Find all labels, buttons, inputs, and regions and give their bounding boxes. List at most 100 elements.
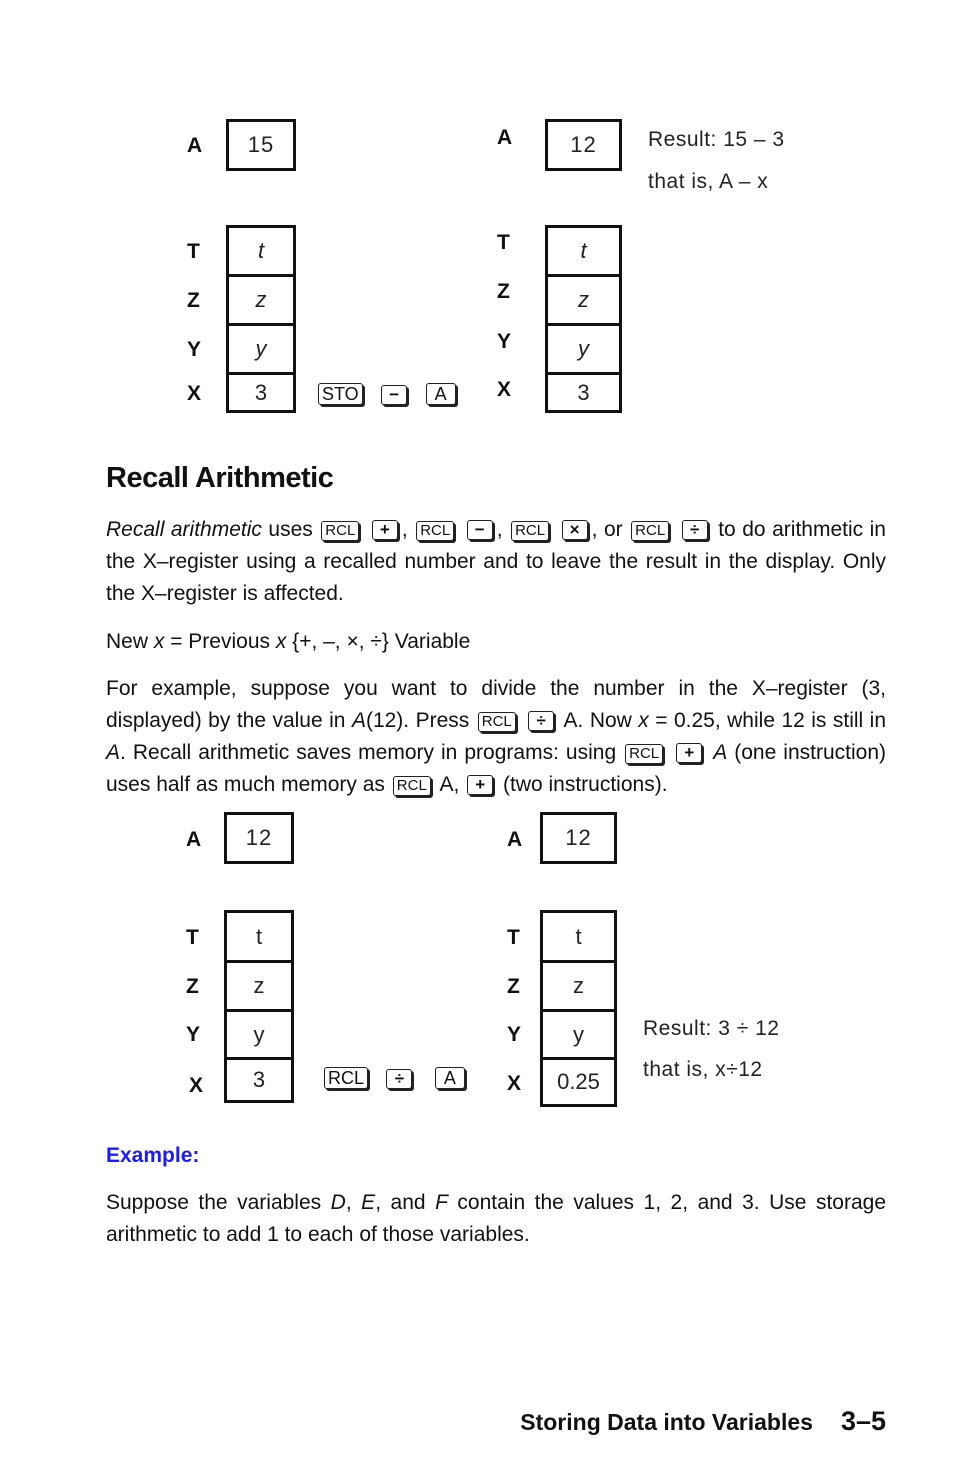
register-label-z: Z — [507, 975, 520, 998]
stack-cell-y: y — [227, 1012, 291, 1060]
stack-cell-y: y — [543, 1012, 614, 1060]
register-a-box: 12 — [540, 812, 617, 864]
stack-cell-t: t — [229, 228, 293, 277]
register-label-t: T — [507, 926, 520, 949]
text: . Recall arithmetic saves memory in prog… — [120, 741, 624, 764]
stack-cell-z: z — [543, 963, 614, 1012]
a-key: A — [434, 1067, 465, 1089]
text: (two instructions). — [497, 773, 668, 796]
text: Suppose the variables — [106, 1191, 331, 1214]
result-explanation: that is, A – x — [648, 170, 769, 193]
register-stack: t z y 3 — [545, 225, 622, 413]
keystroke-sequence: STO − A — [316, 383, 460, 406]
register-label-t: T — [186, 926, 199, 949]
var-a: A — [106, 741, 121, 764]
chapter-title: Storing Data into Variables — [520, 1409, 813, 1435]
divide-key: ÷ — [528, 711, 555, 731]
register-label-y: Y — [497, 330, 512, 353]
text: , — [345, 1191, 362, 1214]
register-a-box: 12 — [224, 812, 294, 864]
page-footer: Storing Data into Variables 3–5 — [520, 1406, 886, 1437]
stack-cell-x: 0.25 — [557, 1069, 600, 1094]
register-label-a: A — [187, 134, 203, 157]
formula: New x = Previous x {+, –, ×, ÷} Variable — [106, 626, 886, 658]
text: New — [106, 630, 154, 653]
a-key: A — [425, 383, 456, 405]
rcl-key: RCL — [324, 1067, 369, 1089]
keystroke-sequence: RCL ÷ A — [322, 1067, 469, 1090]
var-f: F — [435, 1191, 448, 1214]
divide-key: ÷ — [681, 520, 708, 540]
rcl-key: RCL — [477, 712, 516, 732]
var-e: E — [361, 1191, 376, 1214]
plus-key: + — [676, 743, 703, 763]
text: = 0.25, while 12 is still in — [648, 709, 887, 732]
register-stack: t z y 3 — [226, 225, 296, 413]
result-note: Result: 3 ÷ 12 that is, x÷12 — [643, 1008, 779, 1090]
text: , or — [591, 518, 623, 541]
stack-cell-t: t — [543, 913, 614, 963]
var-x: x — [153, 630, 165, 653]
text: {+, –, ×, ÷} Variable — [286, 630, 471, 653]
register-label-a: A — [507, 828, 523, 851]
register-label-x: X — [507, 1072, 522, 1095]
text: A, — [434, 773, 466, 796]
minus-key: − — [381, 385, 408, 405]
times-key: × — [561, 520, 588, 540]
register-a-box: 12 — [545, 119, 622, 171]
result-line: Result: 15 – 3 — [648, 128, 785, 151]
text: (12). Press — [365, 709, 476, 732]
page-number: 3–5 — [840, 1406, 886, 1436]
stack-cell-x: 3 — [577, 379, 590, 405]
stack-cell-t: t — [227, 913, 291, 963]
stack-cell-x: 3 — [252, 1067, 266, 1092]
rcl-key: RCL — [392, 776, 431, 796]
result-note: Result: 15 – 3 that is, A – x — [648, 119, 785, 203]
text: uses — [268, 518, 313, 541]
stack-cell-x: 3 — [254, 379, 268, 405]
divide-key: ÷ — [386, 1069, 413, 1089]
register-label-a: A — [186, 828, 202, 851]
sto-key: STO — [318, 383, 363, 405]
register-label-y: Y — [507, 1023, 522, 1046]
result-line: Result: 3 ÷ 12 — [643, 1017, 780, 1040]
term: Recall arithmetic — [106, 518, 262, 541]
intro-paragraph: Recall arithmetic uses RCL +, RCL −, RCL… — [106, 518, 886, 605]
example-heading: Example: — [106, 1144, 200, 1167]
text: , and — [375, 1191, 436, 1214]
register-label-t: T — [187, 240, 200, 263]
section-heading: Recall Arithmetic — [106, 462, 334, 494]
rcl-key: RCL — [511, 521, 550, 541]
register-stack: t z y 0.25 — [540, 910, 617, 1107]
stack-cell-t: t — [548, 228, 619, 277]
register-label-x: X — [497, 378, 512, 401]
register-a-box: 15 — [226, 119, 296, 171]
result-explanation: that is, x÷12 — [643, 1058, 763, 1081]
register-label-z: Z — [186, 975, 199, 998]
register-label-a: A — [497, 126, 513, 149]
stack-cell-y: y — [229, 326, 293, 375]
stack-cell-z: z — [229, 277, 293, 326]
register-label-z: Z — [187, 289, 200, 312]
example-paragraph: For example, suppose you want to divide … — [106, 673, 886, 801]
stack-cell-z: z — [548, 277, 619, 326]
rcl-key: RCL — [625, 744, 664, 764]
text: A. Now — [558, 709, 639, 732]
var-a: A — [713, 741, 728, 764]
example-text: Suppose the variables D, E, and F contai… — [106, 1187, 886, 1251]
var-x: x — [275, 630, 287, 653]
register-label-x: X — [187, 382, 202, 405]
stack-cell-z: z — [227, 963, 291, 1012]
register-label-t: T — [497, 231, 510, 254]
register-label-y: Y — [187, 338, 202, 361]
minus-key: − — [466, 520, 493, 540]
plus-key: + — [371, 520, 398, 540]
rcl-key: RCL — [416, 521, 455, 541]
rcl-key: RCL — [321, 521, 360, 541]
var-x: x — [638, 709, 649, 732]
text: = Previous — [164, 630, 276, 653]
var-a: A — [351, 709, 366, 732]
register-stack: t z y 3 — [224, 910, 294, 1103]
var-d: D — [330, 1191, 346, 1214]
stack-cell-y: y — [548, 326, 619, 375]
